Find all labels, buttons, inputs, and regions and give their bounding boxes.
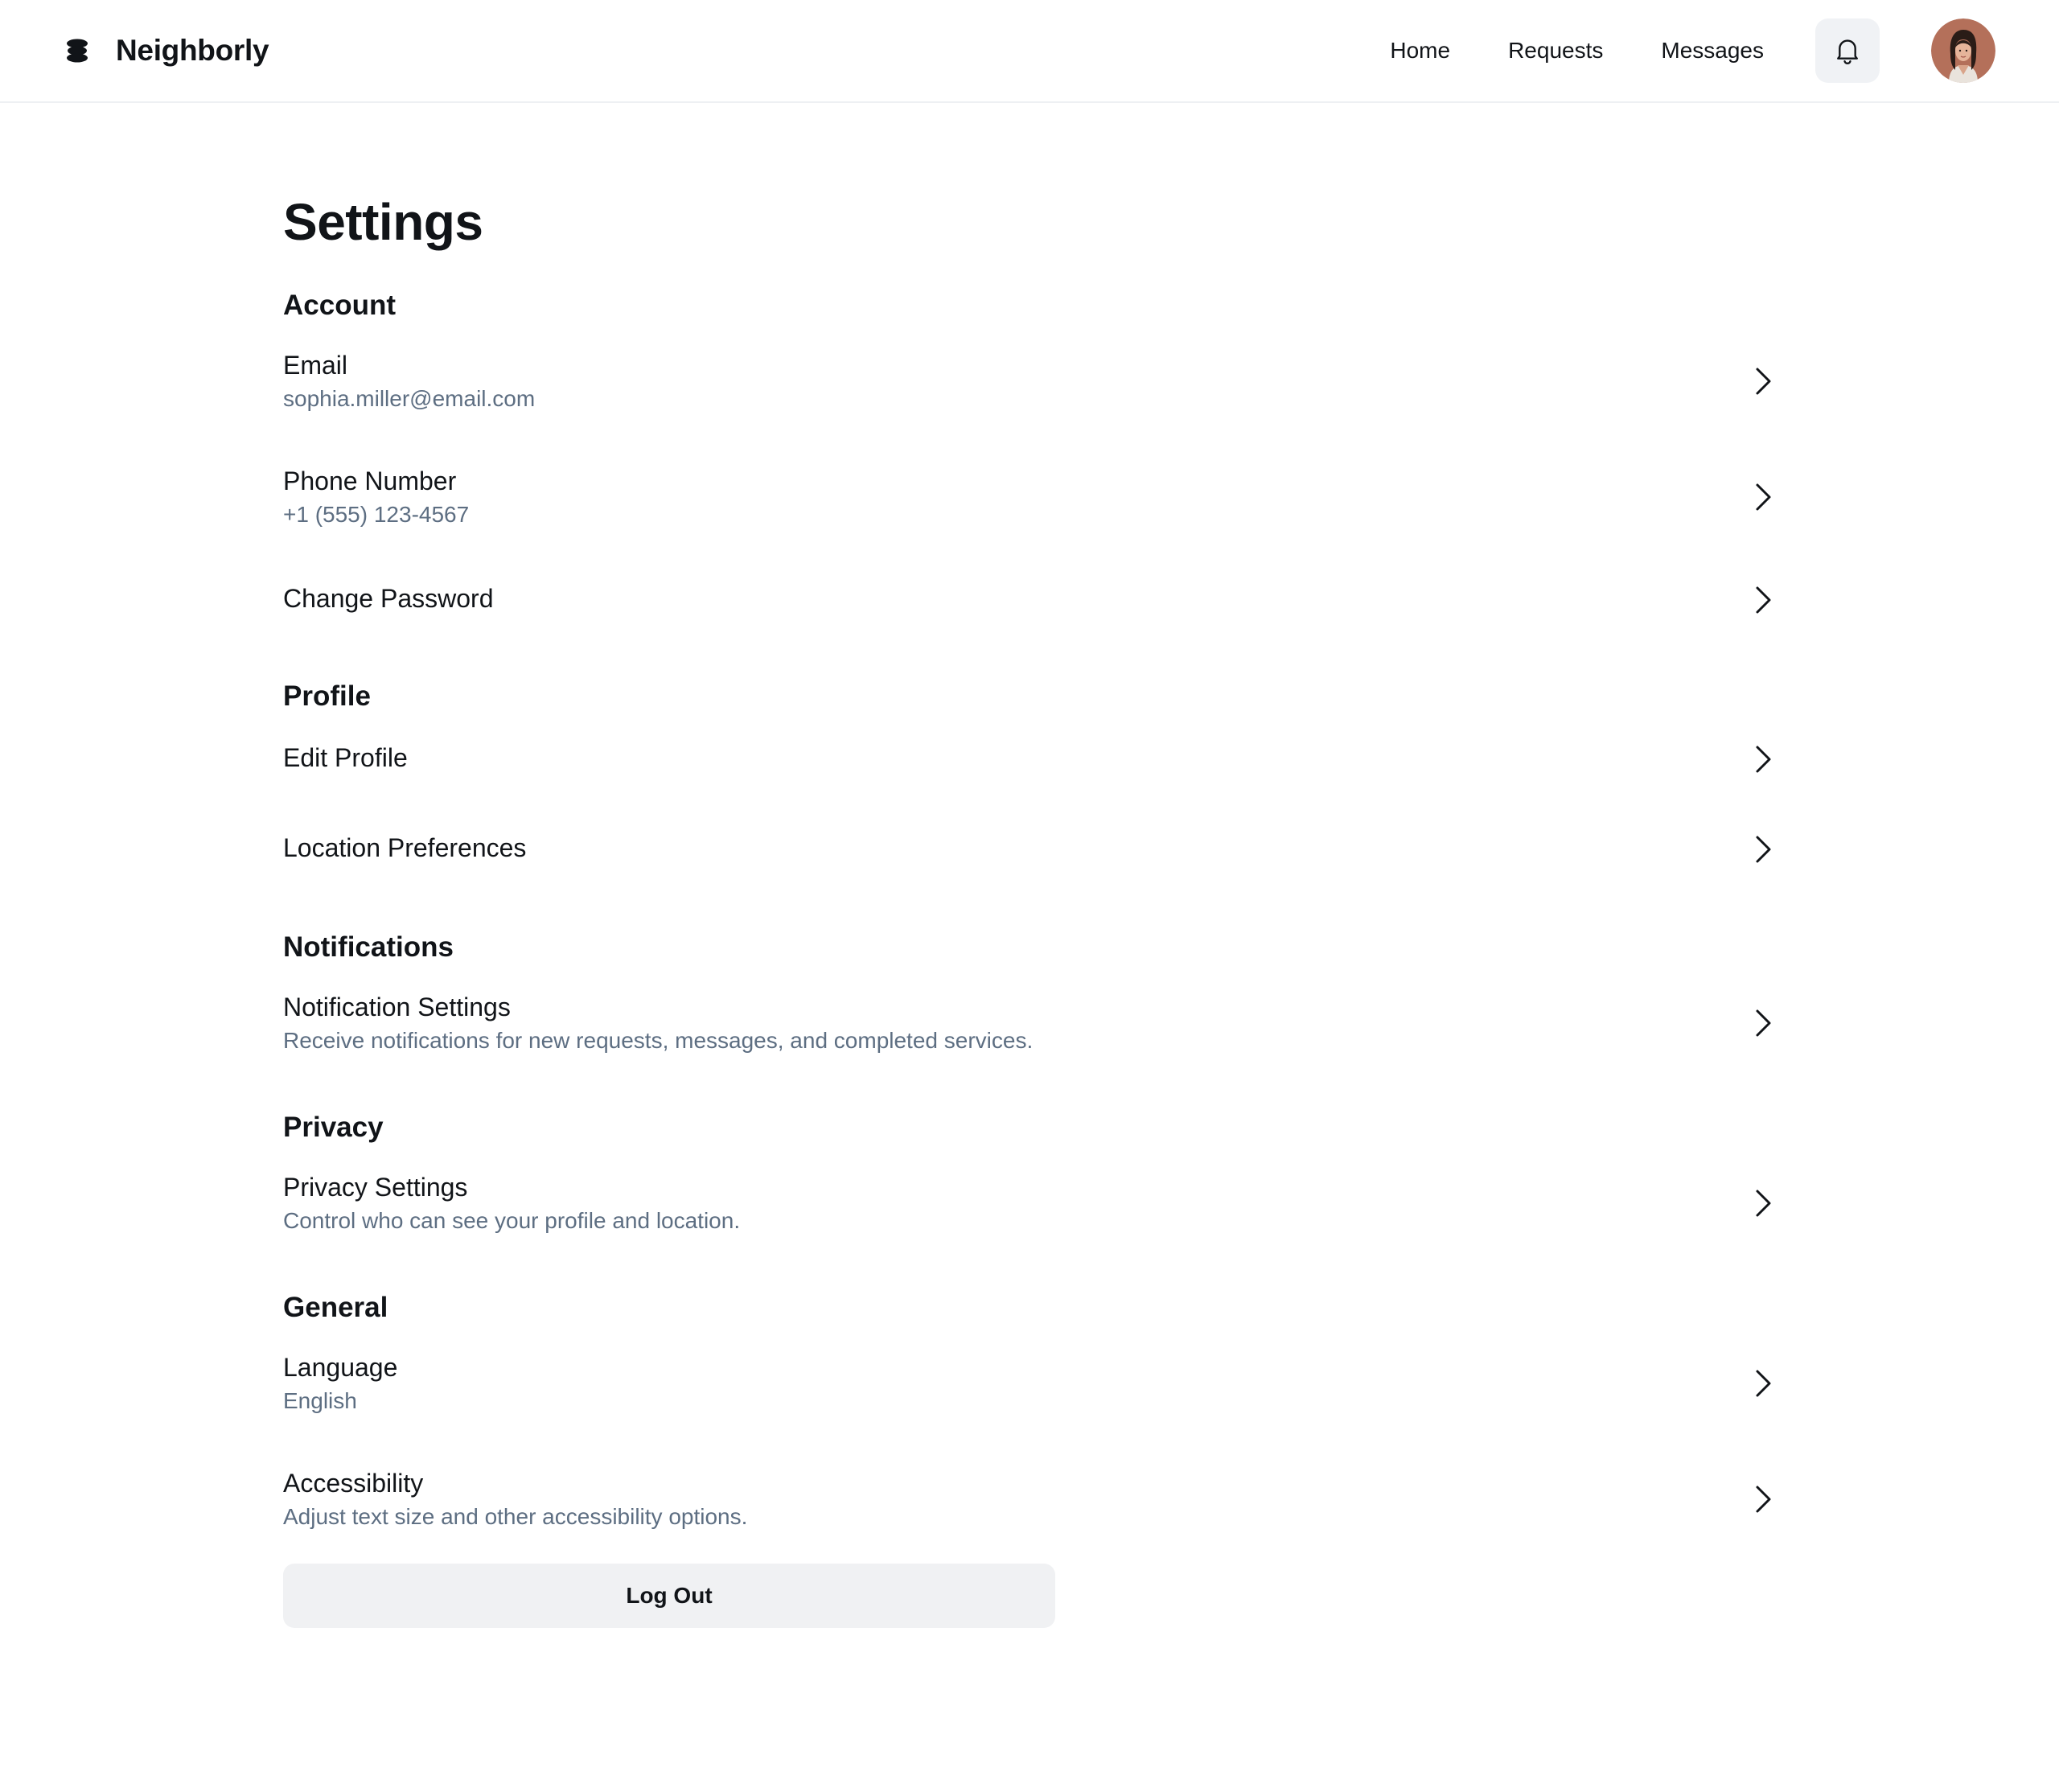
nav-link-messages[interactable]: Messages — [1661, 38, 1764, 64]
brand-name: Neighborly — [116, 34, 269, 67]
section-title-account: Account — [283, 290, 396, 321]
section-title-notifications: Notifications — [283, 931, 454, 963]
chevron-right-icon — [1756, 1009, 1771, 1037]
setting-label: Language — [283, 1353, 398, 1382]
user-avatar[interactable] — [1931, 18, 1995, 83]
chevron-right-icon — [1756, 836, 1771, 863]
setting-label: Email — [283, 351, 348, 380]
top-navigation-bar: Neighborly Home Requests Messages — [0, 0, 2059, 103]
setting-value: +1 (555) 123-4567 — [283, 502, 470, 527]
setting-row-privacy-settings[interactable]: Privacy Settings Control who can see you… — [283, 1145, 1776, 1261]
setting-row-email[interactable]: Email sophia.miller@email.com — [283, 323, 1776, 439]
setting-label: Notification Settings — [283, 993, 511, 1021]
setting-label: Change Password — [283, 584, 494, 613]
setting-description: Adjust text size and other accessibility… — [283, 1504, 748, 1529]
setting-label: Privacy Settings — [283, 1173, 468, 1202]
setting-row-edit-profile[interactable]: Edit Profile — [283, 714, 1776, 804]
setting-description: Control who can see your profile and loc… — [283, 1208, 741, 1233]
logo-icon — [67, 39, 88, 63]
chevron-right-icon — [1756, 586, 1771, 614]
chevron-right-icon — [1756, 1190, 1771, 1217]
main-nav: Home Requests Messages — [1390, 0, 2059, 101]
setting-description: Receive notifications for new requests, … — [283, 1028, 1034, 1053]
setting-row-change-password[interactable]: Change Password — [283, 555, 1776, 645]
chevron-right-icon — [1756, 1486, 1771, 1513]
section-title-general: General — [283, 1292, 388, 1323]
setting-value: English — [283, 1388, 357, 1413]
setting-value: sophia.miller@email.com — [283, 386, 536, 411]
setting-row-notification-settings[interactable]: Notification Settings Receive notificati… — [283, 965, 1776, 1081]
brand[interactable]: Neighborly — [64, 0, 269, 101]
chevron-right-icon — [1756, 483, 1771, 511]
page-title: Settings — [283, 193, 483, 251]
logout-button[interactable]: Log Out — [283, 1564, 1055, 1628]
setting-label: Edit Profile — [283, 743, 408, 772]
setting-row-accessibility[interactable]: Accessibility Adjust text size and other… — [283, 1441, 1776, 1557]
section-title-profile: Profile — [283, 680, 371, 712]
chevron-right-icon — [1756, 1370, 1771, 1397]
section-title-privacy: Privacy — [283, 1112, 384, 1143]
setting-row-language[interactable]: Language English — [283, 1326, 1776, 1441]
setting-row-phone-number[interactable]: Phone Number +1 (555) 123-4567 — [283, 439, 1776, 555]
setting-label: Accessibility — [283, 1469, 424, 1498]
setting-label: Phone Number — [283, 466, 457, 495]
settings-page: Settings Account Email sophia.miller@ema… — [283, 190, 1776, 1628]
chevron-right-icon — [1756, 746, 1771, 773]
nav-link-home[interactable]: Home — [1390, 38, 1450, 64]
setting-row-location-preferences[interactable]: Location Preferences — [283, 804, 1776, 894]
nav-link-requests[interactable]: Requests — [1508, 38, 1603, 64]
notifications-button[interactable] — [1815, 18, 1880, 83]
bell-icon — [1837, 39, 1858, 64]
chevron-right-icon — [1756, 368, 1771, 395]
setting-label: Location Preferences — [283, 833, 527, 862]
